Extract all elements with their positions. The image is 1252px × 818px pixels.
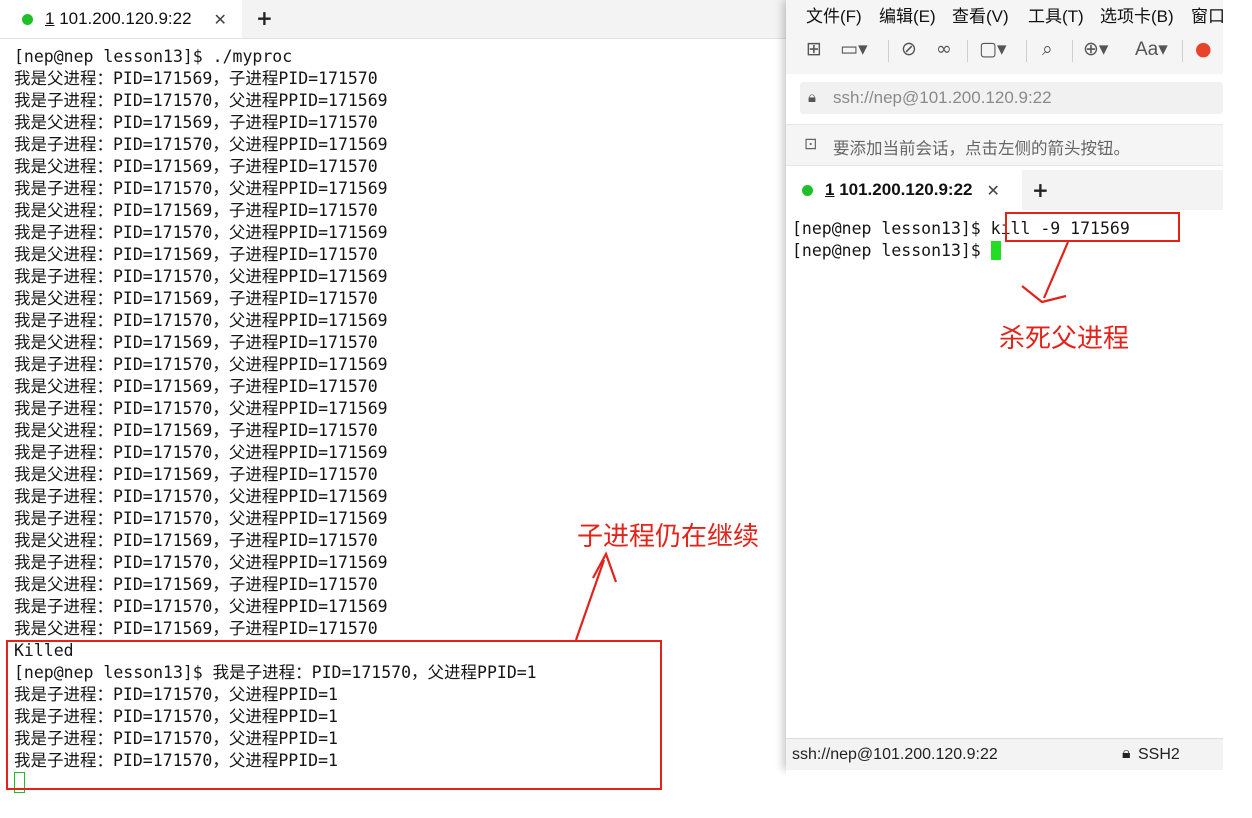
right-session-tab[interactable]: 1 101.200.120.9:22 ✕ — [786, 170, 1022, 210]
menu-file[interactable]: 文件(F) — [806, 2, 862, 27]
terminal-line: [nep@nep lesson13]$ — [792, 240, 1222, 262]
terminal-line: 我是子进程：PID=171570，父进程PPID=171569 — [14, 399, 388, 418]
terminal-line: 我是父进程：PID=171569，子进程PID=171570 — [14, 289, 378, 308]
address-text: ssh://nep@101.200.120.9:22 — [833, 88, 1052, 107]
session-hint-text: 要添加当前会话，点击左侧的箭头按钮。 — [833, 140, 1130, 158]
close-tab-icon[interactable]: ✕ — [986, 181, 999, 200]
search-icon[interactable]: ⌕ — [1042, 38, 1053, 60]
session-hint-bar: ⊡ 要添加当前会话，点击左侧的箭头按钮。 — [786, 124, 1223, 166]
lock-icon: 🔒︎ — [1122, 745, 1131, 762]
annotation-arrow-up-icon — [574, 551, 618, 641]
globe-icon[interactable]: ⊕▾ — [1083, 38, 1108, 60]
menu-tools[interactable]: 工具(T) — [1028, 2, 1084, 27]
terminal-line: 我是父进程：PID=171569，子进程PID=171570 — [14, 245, 378, 264]
new-tab-button[interactable]: + — [256, 6, 273, 30]
status-address: ssh://nep@101.200.120.9:22 — [792, 746, 998, 763]
terminal-line: 我是子进程：PID=171570，父进程PPID=171569 — [14, 355, 388, 374]
new-session-icon[interactable]: ⊞ — [806, 38, 822, 60]
toolbar: ⊞ ▭▾ ⊘ ∞ ▢▾ ⌕ ⊕▾ Aa▾ ● — [786, 26, 1223, 74]
left-session-tab[interactable]: 1 101.200.120.9:22 ✕ — [0, 0, 242, 38]
add-session-arrow-icon[interactable]: ⊡ — [804, 134, 817, 153]
terminal-line: 我是父进程：PID=171569，子进程PID=171570 — [14, 113, 378, 132]
terminal-line: 我是子进程：PID=171570，父进程PPID=171569 — [14, 553, 388, 572]
terminal-line: 我是父进程：PID=171569，子进程PID=171570 — [14, 333, 378, 352]
tab-title: 101.200.120.9:22 — [54, 9, 192, 28]
terminal-line: 我是父进程：PID=171569，子进程PID=171570 — [14, 575, 378, 594]
menu-edit[interactable]: 编辑(E) — [879, 2, 936, 27]
terminal-line: 我是父进程：PID=171569，子进程PID=171570 — [14, 421, 378, 440]
menu-bar: 文件(F) 编辑(E) 查看(V) 工具(T) 选项卡(B) 窗口 — [786, 0, 1225, 27]
menu-window[interactable]: 窗口 — [1191, 2, 1225, 27]
logo-icon[interactable]: ● — [1195, 38, 1212, 60]
orphan-output-highlight-box — [6, 640, 662, 790]
terminal-line: 我是父进程：PID=171569，子进程PID=171570 — [14, 157, 378, 176]
tab-title: 101.200.120.9:22 — [834, 180, 973, 199]
status-protocol: SSH2 — [1138, 746, 1180, 763]
address-bar[interactable]: 🔒︎ ssh://nep@101.200.120.9:22 — [800, 82, 1223, 114]
new-tab-button[interactable]: + — [1032, 178, 1049, 202]
desktop-edge — [1223, 0, 1252, 818]
terminal-line: 我是父进程：PID=171569，子进程PID=171570 — [14, 69, 378, 88]
kill-parent-annotation: 杀死父进程 — [999, 324, 1130, 354]
right-terminal-window: 文件(F) 编辑(E) 查看(V) 工具(T) 选项卡(B) 窗口 ⊞ ▭▾ ⊘… — [786, 0, 1225, 771]
connected-status-icon — [22, 13, 33, 25]
menu-tabs[interactable]: 选项卡(B) — [1100, 2, 1174, 27]
terminal-line: 我是子进程：PID=171570，父进程PPID=171569 — [14, 135, 388, 154]
terminal-line: 我是父进程：PID=171569，子进程PID=171570 — [14, 377, 378, 396]
disconnect-icon[interactable]: ⊘ — [901, 38, 917, 60]
lock-icon: 🔒︎ — [808, 88, 816, 106]
terminal-line: 我是父进程：PID=171569，子进程PID=171570 — [14, 619, 378, 638]
font-icon[interactable]: Aa▾ — [1135, 38, 1168, 61]
menu-view[interactable]: 查看(V) — [952, 2, 1009, 27]
left-tab-bar: 1 101.200.120.9:22 ✕ + — [0, 0, 790, 39]
terminal-line: 我是子进程：PID=171570，父进程PPID=171569 — [14, 91, 388, 110]
link-icon[interactable]: ∞ — [936, 38, 952, 60]
terminal-line: 我是子进程：PID=171570，父进程PPID=171569 — [14, 487, 388, 506]
right-tab-bar: 1 101.200.120.9:22 ✕ + — [786, 170, 1223, 210]
terminal-line: 我是父进程：PID=171569，子进程PID=171570 — [14, 465, 378, 484]
terminal-line: 我是子进程：PID=171570，父进程PPID=171569 — [14, 311, 388, 330]
terminal-line: 我是子进程：PID=171570，父进程PPID=171569 — [14, 267, 388, 286]
screen-icon[interactable]: ▢▾ — [979, 38, 1007, 60]
terminal-line: 我是子进程：PID=171570，父进程PPID=171569 — [14, 223, 388, 242]
connected-status-icon — [802, 184, 813, 196]
desktop-background — [786, 770, 1223, 818]
terminal-line: 我是子进程：PID=171570，父进程PPID=171569 — [14, 597, 388, 616]
status-bar: ssh://nep@101.200.120.9:22 🔒︎ SSH2 — [786, 738, 1223, 771]
terminal-line: [nep@nep lesson13]$ ./myproc — [14, 47, 293, 66]
terminal-line: 我是父进程：PID=171569，子进程PID=171570 — [14, 201, 378, 220]
open-folder-icon[interactable]: ▭▾ — [840, 38, 868, 60]
close-tab-icon[interactable]: ✕ — [214, 10, 227, 29]
terminal-line: 我是子进程：PID=171570，父进程PPID=171569 — [14, 443, 388, 462]
terminal-line: 我是子进程：PID=171570，父进程PPID=171569 — [14, 179, 388, 198]
terminal-cursor — [990, 241, 1001, 260]
annotation-arrow-down-icon — [1021, 241, 1070, 304]
